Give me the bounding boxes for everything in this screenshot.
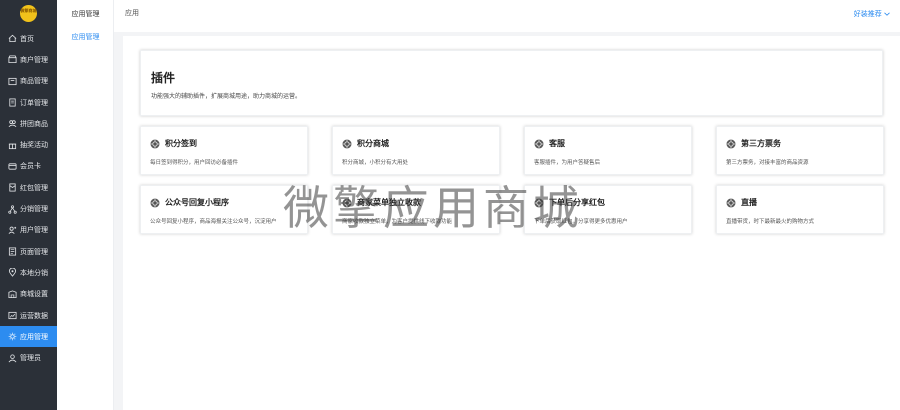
sidebar-item-12[interactable]: 商城设置 xyxy=(0,284,57,305)
red-packet-icon xyxy=(8,183,17,192)
page-icon xyxy=(8,247,17,256)
lottery-icon xyxy=(8,141,17,150)
good-recommend-label: 好装推荐 xyxy=(853,10,882,18)
plugin-name: 直播 xyxy=(741,198,757,207)
group-buy-icon xyxy=(8,119,17,128)
plugin-icon xyxy=(726,198,736,208)
plugin-description: 直播带货，时下最新最火的购物方式 xyxy=(726,219,815,225)
sidebar-item-label: 运营数据 xyxy=(20,311,48,320)
sidebar-item-8[interactable]: 分销管理 xyxy=(0,198,57,219)
plugin-icon xyxy=(534,139,544,149)
chevron-down-icon xyxy=(884,10,890,18)
top-bar: 应用 好装推荐 xyxy=(114,0,900,32)
plugin-name: 积分商城 xyxy=(357,139,389,148)
plugin-name: 商家菜单独立收款 xyxy=(357,198,421,207)
sidebar-item-13[interactable]: 运营数据 xyxy=(0,305,57,326)
sidebar-item-label: 用户管理 xyxy=(20,226,48,235)
sidebar-item-0[interactable]: 首页 xyxy=(0,28,57,49)
app-icon xyxy=(8,332,17,341)
sub-sidebar: 应用管理 应用管理 xyxy=(57,0,114,410)
sidebar-item-label: 订单管理 xyxy=(20,98,48,107)
sidebar-item-label: 红包管理 xyxy=(20,183,48,192)
distribution-icon xyxy=(8,204,17,214)
sidebar-item-4[interactable]: 拼团商品 xyxy=(0,113,57,134)
plugin-card[interactable]: 公众号回复小程序公众号回复小程序，商品海报关注公众号，沉淀用户 xyxy=(140,185,308,234)
member-card-icon xyxy=(8,162,17,171)
plugin-icon xyxy=(342,139,352,149)
plugin-description: 第三方票务，对接丰富的商品资源 xyxy=(726,160,809,166)
page-description: 功能强大的辅助插件，扩展商城用途，助力商城的运营。 xyxy=(151,93,302,100)
plugin-description: 积分商城，小积分有大用处 xyxy=(342,160,409,166)
sidebar-item-label: 商品管理 xyxy=(20,77,48,86)
order-icon xyxy=(8,98,17,107)
sidebar-item-label: 会员卡 xyxy=(20,162,41,171)
page-title: 插件 xyxy=(151,71,176,85)
plugin-card[interactable]: 商家菜单独立收款商家收款独立菜单，为客户提供线下收款功能 xyxy=(332,185,500,234)
logo-text: 微擎商城 xyxy=(20,8,37,13)
sidebar-item-15[interactable]: 管理员 xyxy=(0,347,57,368)
admin-icon xyxy=(8,354,17,363)
plugin-description: 每日签到得积分，用户回访必备插件 xyxy=(150,160,239,166)
sidebar-item-9[interactable]: 用户管理 xyxy=(0,220,57,241)
plugin-card[interactable]: 积分商城积分商城，小积分有大用处 xyxy=(332,126,500,175)
settings-icon xyxy=(8,290,17,299)
plugin-name: 下单后分享红包 xyxy=(549,198,605,207)
sidebar-item-11[interactable]: 本地分销 xyxy=(0,262,57,283)
sidebar-nav: 首页商户管理商品管理订单管理拼团商品抽奖活动会员卡红包管理分销管理用户管理页面管… xyxy=(0,28,57,369)
sidebar-item-label: 拼团商品 xyxy=(20,119,48,128)
sidebar-item-label: 管理员 xyxy=(20,354,41,363)
sidebar-item-label: 首页 xyxy=(20,34,34,43)
plugin-description: 公众号回复小程序，商品海报关注公众号，沉淀用户 xyxy=(150,219,277,225)
app-logo[interactable]: 微擎商城 xyxy=(20,5,37,22)
sidebar-item-14[interactable]: 应用管理 xyxy=(0,326,57,348)
sidebar-item-7[interactable]: 红包管理 xyxy=(0,177,57,198)
plugin-name: 第三方票务 xyxy=(741,139,781,148)
plugin-icon xyxy=(150,198,160,208)
plugin-name: 积分签到 xyxy=(165,139,197,148)
plugin-card[interactable]: 直播直播带货，时下最新最火的购物方式 xyxy=(716,185,884,234)
sidebar-item-2[interactable]: 商品管理 xyxy=(0,71,57,92)
subnav-item-app-management[interactable]: 应用管理 xyxy=(57,32,114,42)
home-icon xyxy=(8,34,17,43)
plugin-name: 客服 xyxy=(549,139,565,148)
store-icon xyxy=(8,55,17,64)
breadcrumb[interactable]: 应用 xyxy=(125,8,139,18)
plugin-description: 商家收款独立菜单，为客户提供线下收款功能 xyxy=(342,219,453,225)
plugin-card[interactable]: 客服客服插件，为用户答疑售后 xyxy=(524,126,692,175)
goods-icon xyxy=(8,77,17,86)
data-icon xyxy=(8,311,17,320)
sidebar-item-label: 抽奖活动 xyxy=(20,141,48,150)
good-recommend-dropdown[interactable]: 好装推荐 xyxy=(854,9,890,19)
sidebar-item-label: 页面管理 xyxy=(20,247,48,256)
plugin-icon xyxy=(726,139,736,149)
sidebar-item-label: 应用管理 xyxy=(20,332,48,341)
plugin-icon xyxy=(534,198,544,208)
plugin-banner: 插件 功能强大的辅助插件，扩展商城用途，助力商城的运营。 xyxy=(140,50,883,116)
plugin-card[interactable]: 积分签到每日签到得积分，用户回访必备插件 xyxy=(140,126,308,175)
plugin-name: 公众号回复小程序 xyxy=(165,198,229,207)
plugin-icon xyxy=(150,139,160,149)
sidebar-item-5[interactable]: 抽奖活动 xyxy=(0,134,57,155)
plugin-icon xyxy=(342,198,352,208)
plugin-description: 下单后获取红包，分享得更多优惠用户 xyxy=(534,219,628,225)
sidebar-item-label: 分销管理 xyxy=(20,205,48,214)
sidebar-item-6[interactable]: 会员卡 xyxy=(0,156,57,177)
plugin-description: 客服插件，为用户答疑售后 xyxy=(534,160,601,166)
sidebar-item-label: 商户管理 xyxy=(20,55,48,64)
main-sidebar: 微擎商城 首页商户管理商品管理订单管理拼团商品抽奖活动会员卡红包管理分销管理用户… xyxy=(0,0,57,410)
user-icon xyxy=(8,226,17,235)
location-icon xyxy=(8,268,17,278)
sidebar-item-label: 商城设置 xyxy=(20,290,48,299)
sidebar-item-label: 本地分销 xyxy=(20,268,48,277)
sidebar-item-3[interactable]: 订单管理 xyxy=(0,92,57,113)
sidebar-item-10[interactable]: 页面管理 xyxy=(0,241,57,262)
sidebar-item-1[interactable]: 商户管理 xyxy=(0,49,57,70)
subnav-title: 应用管理 xyxy=(71,10,100,18)
plugin-card[interactable]: 第三方票务第三方票务，对接丰富的商品资源 xyxy=(716,126,884,175)
plugin-card[interactable]: 下单后分享红包下单后获取红包，分享得更多优惠用户 xyxy=(524,185,692,234)
